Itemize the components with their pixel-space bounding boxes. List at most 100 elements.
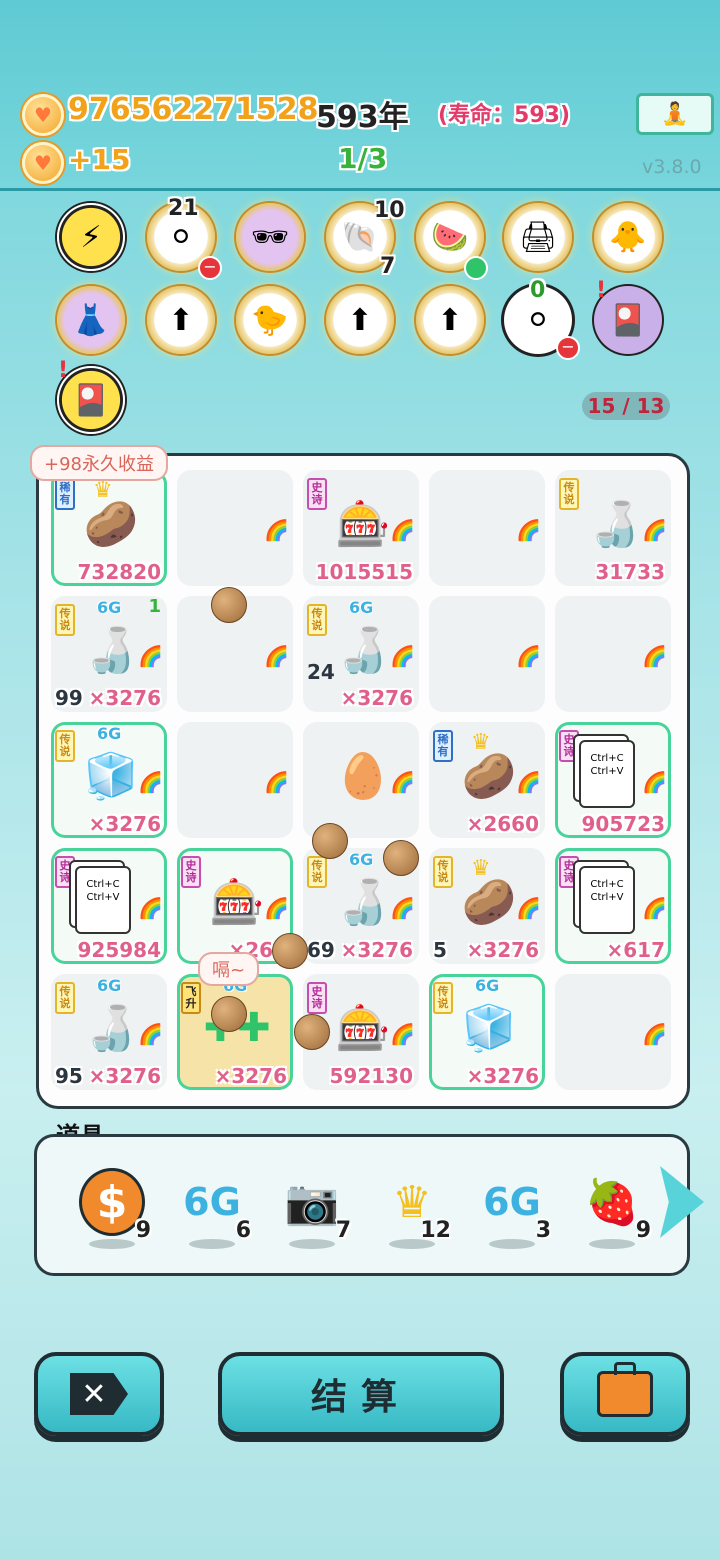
- fridge-icon: 🧊: [461, 1003, 517, 1054]
- tool-dollar[interactable]: $ 9: [73, 1167, 153, 1249]
- rainbow-icon: 🌈: [264, 770, 289, 794]
- rainbow-icon: 🌈: [390, 644, 415, 668]
- gacha-up-buff-2[interactable]: ⬆: [326, 286, 394, 354]
- meditate-icon: 🧘: [661, 101, 689, 127]
- potato-coin-icon[interactable]: [211, 996, 247, 1032]
- cell-value: ×3276: [88, 812, 161, 836]
- tool-strawberry[interactable]: 🍓 9: [573, 1167, 653, 1249]
- rarity-tag: 飞升: [181, 982, 201, 1014]
- six-g-badge: 6G: [97, 724, 122, 743]
- copy-paste-card: Ctrl+C Ctrl+V: [75, 866, 131, 934]
- board-cell[interactable]: 传说 ♛ 🥔 🌈 5 ×3276: [429, 848, 545, 964]
- tool-6g-2[interactable]: 6G 3: [473, 1167, 553, 1249]
- cell-value: ×617: [606, 938, 665, 962]
- board-cell[interactable]: 🌈: [177, 470, 293, 586]
- sunglasses-potato-icon: 🥔: [461, 877, 517, 928]
- exit-button[interactable]: ✕: [34, 1352, 164, 1436]
- gacha-up-buff[interactable]: ⬆: [147, 286, 215, 354]
- income-rate: +15: [68, 143, 131, 176]
- rarity-tag: 传说: [55, 604, 75, 636]
- tool-camera[interactable]: 📷 7: [273, 1167, 353, 1249]
- board-cell[interactable]: 🌈: [555, 974, 671, 1090]
- rarity-tag: 史诗: [559, 730, 579, 762]
- card-pack-icon: 🎴: [72, 382, 110, 418]
- board-cell[interactable]: 史诗 Ctrl+C Ctrl+V 🌈 925984: [51, 848, 167, 964]
- rainbow-icon: 🌈: [516, 518, 541, 542]
- potato-coin-icon[interactable]: [272, 933, 308, 969]
- rainbow-icon: 🌈: [264, 896, 289, 920]
- board-cell[interactable]: 史诗 Ctrl+C Ctrl+V 🌈 ×617: [555, 848, 671, 964]
- rainbow-icon: 🌈: [138, 1022, 163, 1046]
- board-cell[interactable]: 传说 🍶 🌈 31733: [555, 470, 671, 586]
- board-cell[interactable]: 稀有 ♛ 🥔 732820: [51, 470, 167, 586]
- cell-value: 1015515: [315, 560, 413, 584]
- board-cell[interactable]: 史诗 Ctrl+C Ctrl+V 🌈 905723: [555, 722, 671, 838]
- board-cell[interactable]: 稀有 ♛ 🥔 🌈 ×2660: [429, 722, 545, 838]
- cell-value: ×2660: [466, 812, 539, 836]
- meditate-button[interactable]: 🧘: [636, 93, 714, 135]
- backpack-button[interactable]: [560, 1352, 690, 1436]
- copy-paste-card: Ctrl+C Ctrl+V: [579, 740, 635, 808]
- card-pack-icon: 🎴: [609, 302, 647, 338]
- settle-button[interactable]: 结算: [218, 1352, 504, 1436]
- rainbow-icon: 🌈: [138, 896, 163, 920]
- board-cell[interactable]: 飞升 6G ✚✚ ×3276: [177, 974, 293, 1090]
- rarity-tag: 史诗: [307, 982, 327, 1014]
- board-cell[interactable]: 🌈: [429, 470, 545, 586]
- board-cell[interactable]: 🌈: [429, 596, 545, 712]
- minus-badge-icon: −: [556, 336, 580, 360]
- board-cell[interactable]: 🌈: [555, 596, 671, 712]
- rainbow-icon: 🌈: [390, 518, 415, 542]
- cell-mid-count: 24: [307, 660, 335, 684]
- rarity-tag: 传说: [559, 478, 579, 510]
- six-g-badge: 6G: [349, 850, 374, 869]
- rainbow-icon: 🌈: [642, 644, 667, 668]
- rainbow-icon: 🌈: [390, 1022, 415, 1046]
- chick-egg-buff[interactable]: 🐤: [236, 286, 304, 354]
- fridge-icon: 🧊: [83, 751, 139, 802]
- tool-crown[interactable]: ♛ 12: [373, 1167, 453, 1249]
- tool-count: 12: [420, 1218, 451, 1243]
- potato-coin-icon[interactable]: [211, 587, 247, 623]
- item-board: 稀有 ♛ 🥔 732820 🌈 史诗 🎰 🌈 1015515 🌈 传说 🍶 🌈 …: [36, 453, 690, 1109]
- gacha-up-icon: ⬆: [437, 302, 463, 338]
- fruit-basket-icon: 🍉: [431, 219, 469, 255]
- board-cell[interactable]: 传说 6G 1 🍶 🌈 99 ×3276: [51, 596, 167, 712]
- progress-ratio: 1/3: [338, 142, 388, 175]
- rarity-tag: 稀有: [433, 730, 453, 762]
- cell-left-count: 95: [55, 1064, 83, 1088]
- gacha-up-icon: ⬆: [168, 302, 194, 338]
- cell-corner-count: 1: [148, 596, 161, 617]
- lightning-buff[interactable]: ⚡: [57, 203, 125, 271]
- skirt-buff[interactable]: 👗: [57, 286, 125, 354]
- board-cell[interactable]: 传说 6G 🍶 🌈 24 ×3276: [303, 596, 419, 712]
- board-cell[interactable]: 🌈: [177, 722, 293, 838]
- tool-count: 9: [635, 1218, 651, 1243]
- gacha-up-buff-3[interactable]: ⬆: [416, 286, 484, 354]
- board-cell[interactable]: 传说 6G 🍶 🌈 95 ×3276: [51, 974, 167, 1090]
- potato-coin-icon[interactable]: [312, 823, 348, 859]
- rarity-tag: 传说: [433, 982, 453, 1014]
- board-cell[interactable]: 传说 6G 🧊 ×3276: [429, 974, 545, 1090]
- potato-king-icon: 🥔: [461, 751, 517, 802]
- chick-buff[interactable]: 🐥: [594, 203, 662, 271]
- tool-6g[interactable]: 6G 6: [173, 1167, 253, 1249]
- potato-coin-icon[interactable]: [294, 1014, 330, 1050]
- sunglasses-potato-buff[interactable]: 🕶: [236, 203, 304, 271]
- rainbow-icon: 🌈: [264, 518, 289, 542]
- close-icon: ✕: [70, 1373, 128, 1415]
- green-bottle-icon: 🍶: [335, 625, 391, 676]
- hiccup-bubble: 嗝~: [198, 952, 260, 986]
- board-cell[interactable]: 史诗 🎰 🌈 1015515: [303, 470, 419, 586]
- potato-coin-icon[interactable]: [383, 840, 419, 876]
- lifespan-text: (寿命：593): [438, 103, 571, 128]
- warning-icon: !: [58, 358, 69, 383]
- rainbow-icon: 🌈: [138, 770, 163, 794]
- fried-egg-icon: 🥚: [335, 751, 391, 802]
- board-cell[interactable]: 🥚 🌈: [303, 722, 419, 838]
- printer-buff[interactable]: 🖨: [504, 203, 572, 271]
- top-bar: ♥ 976562271528 593年 (寿命：593) 🧘 ♥ +15 1/3…: [0, 0, 720, 191]
- tool-count: 3: [535, 1218, 551, 1243]
- egg-tray-count: 21: [168, 196, 199, 221]
- board-cell[interactable]: 传说 6G 🧊 🌈 ×3276: [51, 722, 167, 838]
